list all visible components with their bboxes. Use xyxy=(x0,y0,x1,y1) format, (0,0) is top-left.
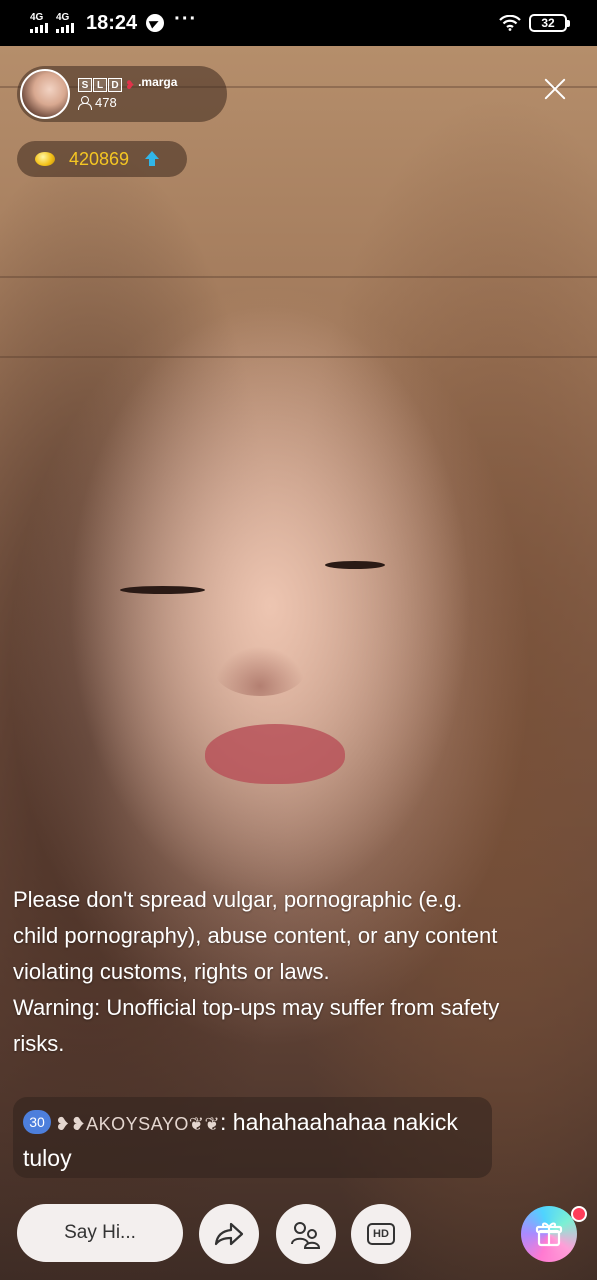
hd-icon: HD xyxy=(367,1223,395,1245)
streamer-mouth xyxy=(205,724,345,784)
background-plank xyxy=(0,356,597,358)
telegram-icon xyxy=(146,14,165,32)
close-icon[interactable] xyxy=(540,74,570,104)
host-info-pill[interactable]: S L D ❥ .marga 478 xyxy=(17,66,227,122)
heart-icon: ❥ xyxy=(125,78,136,92)
host-name: .marga xyxy=(138,75,178,89)
badge-d: D xyxy=(108,78,122,92)
status-time: 18:24 xyxy=(86,11,138,34)
live-stream-video[interactable] xyxy=(0,46,597,1280)
cell-signal-icon: 4G xyxy=(30,13,48,33)
streamer-nose xyxy=(215,646,305,696)
chat-username[interactable]: ❥❥AKOYSAYO❦❦ xyxy=(55,1114,220,1134)
host-avatar[interactable] xyxy=(20,69,70,119)
chat-message[interactable]: 30 ❥❥AKOYSAYO❦❦: hahahaahahaa nakick tulo… xyxy=(13,1097,492,1178)
system-notice: Please don't spread vulgar, pornographic… xyxy=(13,882,513,1062)
background-plank xyxy=(0,276,597,278)
pk-icon xyxy=(291,1222,321,1249)
share-icon xyxy=(214,1222,244,1246)
user-level-badge: 30 xyxy=(23,1109,51,1134)
say-hi-input[interactable]: Say Hi... xyxy=(17,1204,183,1262)
badge-l: L xyxy=(93,78,107,92)
viewer-count-value: 478 xyxy=(95,95,117,110)
badge-s: S xyxy=(78,78,92,92)
battery-icon: 32 xyxy=(529,14,570,32)
network-type: 4G xyxy=(30,12,44,23)
viewer-count: 478 xyxy=(78,95,177,110)
streamer-eye xyxy=(120,586,205,594)
wifi-icon xyxy=(499,15,521,31)
streamer-eye xyxy=(325,561,385,569)
gift-button[interactable] xyxy=(521,1206,577,1262)
coins-pill[interactable]: 420869 xyxy=(17,141,187,177)
coin-icon xyxy=(35,152,55,166)
person-icon xyxy=(78,95,92,110)
gift-notification-dot xyxy=(571,1206,587,1222)
notice-content-warning: Please don't spread vulgar, pornographic… xyxy=(13,887,498,984)
hd-quality-button[interactable]: HD xyxy=(351,1204,411,1264)
guest-link-button[interactable] xyxy=(276,1204,336,1264)
cell-signal-icon: 4G xyxy=(56,13,74,33)
coins-value: 420869 xyxy=(69,148,130,169)
arrow-up-icon xyxy=(145,151,160,167)
network-type: 4G xyxy=(56,12,70,23)
gift-icon xyxy=(535,1222,563,1247)
notice-topup-warning: Warning: Unofficial top-ups may suffer f… xyxy=(13,995,500,1056)
host-details: S L D ❥ .marga 478 xyxy=(78,75,178,110)
more-notifications: ··· xyxy=(174,8,198,30)
status-bar: 4G 4G 18:24 ··· 32 xyxy=(0,0,597,46)
host-badges: S L D ❥ .marga xyxy=(78,75,178,92)
share-button[interactable] xyxy=(199,1204,259,1264)
